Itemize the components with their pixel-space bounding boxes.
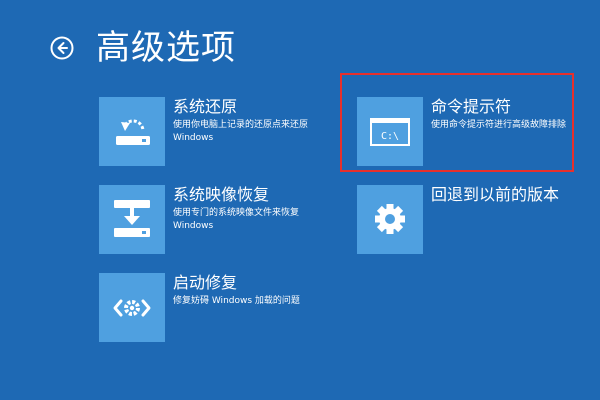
back-arrow-icon (50, 36, 74, 60)
back-button[interactable] (50, 36, 74, 60)
option-go-back[interactable]: 回退到以前的版本 (357, 185, 572, 254)
tile-system-restore (99, 97, 165, 166)
option-system-restore[interactable]: 系统还原 使用你电脑上记录的还原点来还原 Windows (99, 97, 329, 166)
option-startup-repair[interactable]: 启动修复 修复妨碍 Windows 加载的问题 (99, 273, 329, 342)
tile-startup-repair (99, 273, 165, 342)
option-desc-system-restore: 使用你电脑上记录的还原点来还原 Windows (173, 120, 309, 143)
option-title-system-restore: 系统还原 (173, 97, 238, 116)
page-title: 高级选项 (96, 28, 236, 68)
highlight-frame (340, 73, 574, 172)
restore-icon (116, 119, 150, 145)
tile-image-recovery (99, 185, 165, 254)
option-title-image-recovery: 系统映像恢复 (173, 185, 270, 204)
option-title-go-back: 回退到以前的版本 (431, 185, 560, 204)
option-desc-image-recovery: 使用专门的系统映像文件来恢复 Windows (173, 208, 300, 231)
gear-icon (375, 204, 405, 234)
image-recovery-icon (114, 200, 150, 237)
startup-repair-icon (113, 299, 151, 317)
option-desc-startup-repair: 修复妨碍 Windows 加载的问题 (173, 296, 300, 306)
option-image-recovery[interactable]: 系统映像恢复 使用专门的系统映像文件来恢复 Windows (99, 185, 329, 254)
tile-go-back (357, 185, 423, 254)
option-title-startup-repair: 启动修复 (173, 273, 238, 292)
